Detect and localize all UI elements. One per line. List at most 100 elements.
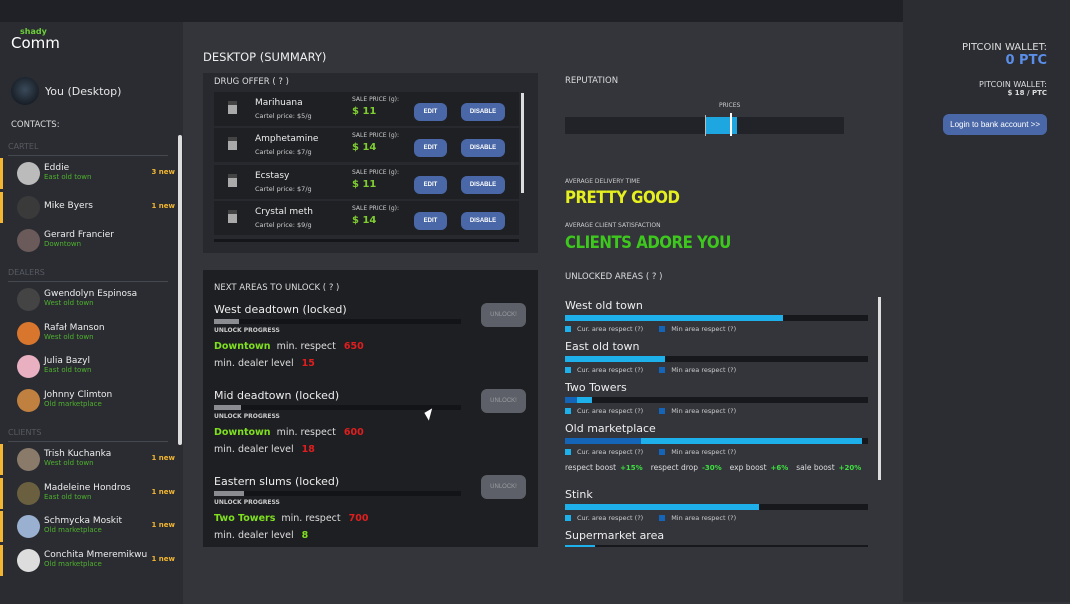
drug-offer-scrollbar[interactable] <box>521 93 524 193</box>
disable-button[interactable]: DISABLE <box>461 103 505 121</box>
legend-cur-label[interactable]: Cur. area respect (?) <box>577 366 643 374</box>
unlocked-areas-list: West old town Cur. area respect (?) Min ar… <box>565 297 875 547</box>
drug-name: Marihuana <box>255 98 303 108</box>
new-messages-badge: 1 new <box>151 487 175 496</box>
contact-item[interactable]: Trish Kuchanka West old town 1 new <box>0 444 178 475</box>
contact-name: Johnny Climton <box>44 389 113 400</box>
edit-button[interactable]: EDIT <box>414 175 447 194</box>
contact-item[interactable]: Eddie East old town 3 new <box>0 158 178 189</box>
unlock-button[interactable]: UNLOCK! <box>481 475 526 499</box>
area-name: West old town <box>565 299 643 312</box>
section-cartel: CARTEL <box>8 142 168 156</box>
unlocked-area: Two Towers Cur. area respect (?) Min area … <box>565 379 875 420</box>
legend-min-label[interactable]: Min area respect (?) <box>671 514 736 522</box>
current-respect-fill <box>565 545 596 547</box>
sale-price: $ 11 <box>352 106 377 117</box>
section-clients: CLIENTS <box>8 428 168 442</box>
boost-label: respect boost <box>565 463 617 472</box>
contact-item[interactable]: Julia Bazyl East old town <box>0 351 178 382</box>
unlock-button[interactable]: UNLOCK! <box>481 389 526 413</box>
contact-name: Trish Kuchanka <box>44 449 112 459</box>
unlock-progress-fill <box>214 319 239 324</box>
drug-package-icon <box>228 101 237 114</box>
delivery-value: PRETTY GOOD <box>565 187 680 208</box>
contact-item[interactable]: Gwendolyn Espinosa West old town <box>0 284 178 315</box>
contacts-scrollbar[interactable] <box>178 135 182 445</box>
unread-indicator <box>0 191 3 223</box>
boost-value: +6% <box>770 464 789 472</box>
legend-cur-label[interactable]: Cur. area respect (?) <box>577 514 643 522</box>
locked-area: Mid deadtown (locked) UNLOCK PROGRESS Down… <box>214 389 529 455</box>
sale-price-label: SALE PRICE (g): <box>352 168 400 176</box>
drug-package-icon <box>228 137 237 151</box>
contact-item[interactable]: Mike Byers 1 new <box>0 191 178 223</box>
contact-item[interactable]: Schmycka Moskit Old marketplace 1 new <box>0 511 178 542</box>
unread-indicator <box>0 511 3 542</box>
area-name: Supermarket area <box>565 529 665 542</box>
user-profile[interactable]: You (Desktop) <box>11 77 121 105</box>
contact-item[interactable]: Conchita Mmeremikwu Old marketplace 1 new <box>0 544 178 576</box>
drug-name: Ecstasy <box>255 170 290 181</box>
min-level-label: min. dealer level <box>214 530 294 541</box>
contact-name: Julia Bazyl <box>44 356 90 366</box>
satisfaction-value: CLIENTS ADORE YOU <box>565 232 731 253</box>
required-area: Two Towers <box>214 513 276 524</box>
min-respect-value: 650 <box>343 341 364 352</box>
unlocked-area: Old marketplace Cur. area respect (?) Min … <box>565 420 875 486</box>
next-areas-title: NEXT AREAS TO UNLOCK ( ? ) <box>214 283 340 293</box>
min-level-label: min. dealer level <box>214 358 294 369</box>
unlock-button[interactable]: UNLOCK! <box>481 303 526 327</box>
boost-label: exp boost <box>729 463 767 472</box>
prices-marker <box>729 113 732 136</box>
disable-button[interactable]: DISABLE <box>461 175 505 194</box>
cartel-price: Cartel price: $7/g <box>255 184 312 193</box>
contact-location: Downtown <box>44 240 82 248</box>
legend-cur-swatch <box>565 326 571 332</box>
contact-item[interactable]: Rafał Manson West old town <box>0 318 178 349</box>
new-messages-badge: 1 new <box>151 521 175 529</box>
drug-row: Amphetamine Cartel price: $7/g SALE PRICE … <box>214 128 519 163</box>
current-respect-fill <box>640 438 862 444</box>
avatar <box>11 77 39 105</box>
edit-button[interactable]: EDIT <box>414 139 447 158</box>
legend-min-label[interactable]: Min area respect (?) <box>671 448 736 456</box>
edit-button[interactable]: EDIT <box>414 211 447 230</box>
unlock-progress-label: UNLOCK PROGRESS <box>214 327 280 334</box>
disable-button[interactable]: DISABLE <box>461 211 505 230</box>
min-respect-label: min. respect <box>276 341 336 352</box>
contact-item[interactable]: Madeleine Hondros East old town 1 new <box>0 477 178 509</box>
disable-button[interactable]: DISABLE <box>461 139 505 158</box>
min-level-value: 8 <box>301 530 309 541</box>
avatar <box>17 195 40 219</box>
contact-name: Madeleine Hondros <box>44 482 131 493</box>
logo: shady Comm <box>11 27 60 52</box>
unlocked-areas-scrollbar[interactable] <box>878 297 881 480</box>
contact-item[interactable]: Gerard Francier Downtown <box>0 225 178 256</box>
legend-min-label[interactable]: Min area respect (?) <box>671 366 736 374</box>
contact-name: Conchita Mmeremikwu <box>44 549 148 560</box>
contact-location: Old marketplace <box>44 559 102 568</box>
reputation-title: REPUTATION <box>565 76 619 86</box>
current-respect-fill <box>565 315 784 321</box>
contact-name: Gwendolyn Espinosa <box>44 289 138 299</box>
legend-min-label[interactable]: Min area respect (?) <box>671 325 736 333</box>
min-respect-value: 700 <box>348 513 369 524</box>
legend-cur-label[interactable]: Cur. area respect (?) <box>577 407 643 415</box>
legend-cur-label[interactable]: Cur. area respect (?) <box>577 448 643 456</box>
drug-row: Marihuana Cartel price: $5/g SALE PRICE (g… <box>214 92 519 126</box>
legend-cur-label[interactable]: Cur. area respect (?) <box>577 325 643 333</box>
drug-offer-hscroll[interactable] <box>214 239 519 242</box>
contact-item[interactable]: Johnny Climton Old marketplace <box>0 385 178 416</box>
login-bank-button[interactable]: Login to bank account >> <box>943 114 1047 135</box>
legend-min-swatch <box>659 449 666 455</box>
contact-name: Gerard Francier <box>44 230 114 240</box>
avatar <box>17 321 40 345</box>
sale-price-label: SALE PRICE (g): <box>352 96 400 103</box>
edit-button[interactable]: EDIT <box>414 103 447 121</box>
wallet-panel: PITCOIN WALLET: 0 PTC PITCOIN WALLET: $ … <box>903 0 1070 602</box>
unread-indicator <box>0 444 3 475</box>
area-name: Stink <box>565 488 593 501</box>
legend-min-label[interactable]: Min area respect (?) <box>671 407 736 415</box>
unread-indicator <box>0 158 3 189</box>
avatar <box>17 448 40 471</box>
